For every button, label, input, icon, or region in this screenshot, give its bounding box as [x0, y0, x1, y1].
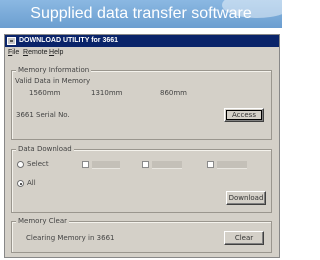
valid-data-value-2: 1310mm: [91, 89, 123, 97]
series-3-checkbox[interactable]: [207, 161, 214, 168]
menubar: File Remote Help: [5, 48, 279, 58]
series-2-label-disabled: [152, 161, 182, 169]
all-label: All: [27, 179, 36, 187]
memory-clear-title: Memory Clear: [16, 217, 69, 225]
select-radio[interactable]: [17, 161, 24, 168]
series-1-label-disabled: [92, 161, 120, 169]
valid-data-label: Valid Data in Memory: [15, 77, 91, 85]
data-download-group: Data Download Select All Download: [11, 145, 272, 213]
memory-clear-status: Clearing Memory in 3661: [26, 234, 115, 242]
memory-clear-group: Memory Clear Clearing Memory in 3661 Cle…: [11, 217, 272, 253]
access-button[interactable]: Access: [224, 108, 264, 122]
memory-information-title: Memory Information: [16, 66, 92, 74]
window-titlebar[interactable]: DOWNLOAD UTILITY for 3661: [5, 35, 279, 47]
series-1-checkbox[interactable]: [82, 161, 89, 168]
serial-number-label: 3661 Serial No.: [16, 111, 70, 119]
all-radio[interactable]: [17, 180, 24, 187]
window-title: DOWNLOAD UTILITY for 3661: [19, 37, 119, 44]
series-3-label-disabled: [217, 161, 247, 169]
memory-information-group: Memory Information Valid Data in Memory …: [11, 66, 272, 140]
menu-file[interactable]: File: [8, 48, 19, 58]
data-download-title: Data Download: [16, 145, 74, 153]
banner-title: Supplied data transfer software: [30, 5, 252, 22]
download-button[interactable]: Download: [226, 191, 266, 205]
valid-data-value-3: 860mm: [160, 89, 187, 97]
menu-remote[interactable]: Remote: [23, 48, 48, 58]
series-2-checkbox[interactable]: [142, 161, 149, 168]
menu-help[interactable]: Help: [49, 48, 63, 58]
app-icon: [7, 37, 16, 45]
download-utility-window: DOWNLOAD UTILITY for 3661 File Remote He…: [4, 34, 280, 258]
clear-button[interactable]: Clear: [224, 231, 264, 245]
valid-data-value-1: 1560mm: [29, 89, 61, 97]
select-label: Select: [27, 160, 49, 168]
header-banner: Supplied data transfer software: [0, 0, 282, 28]
